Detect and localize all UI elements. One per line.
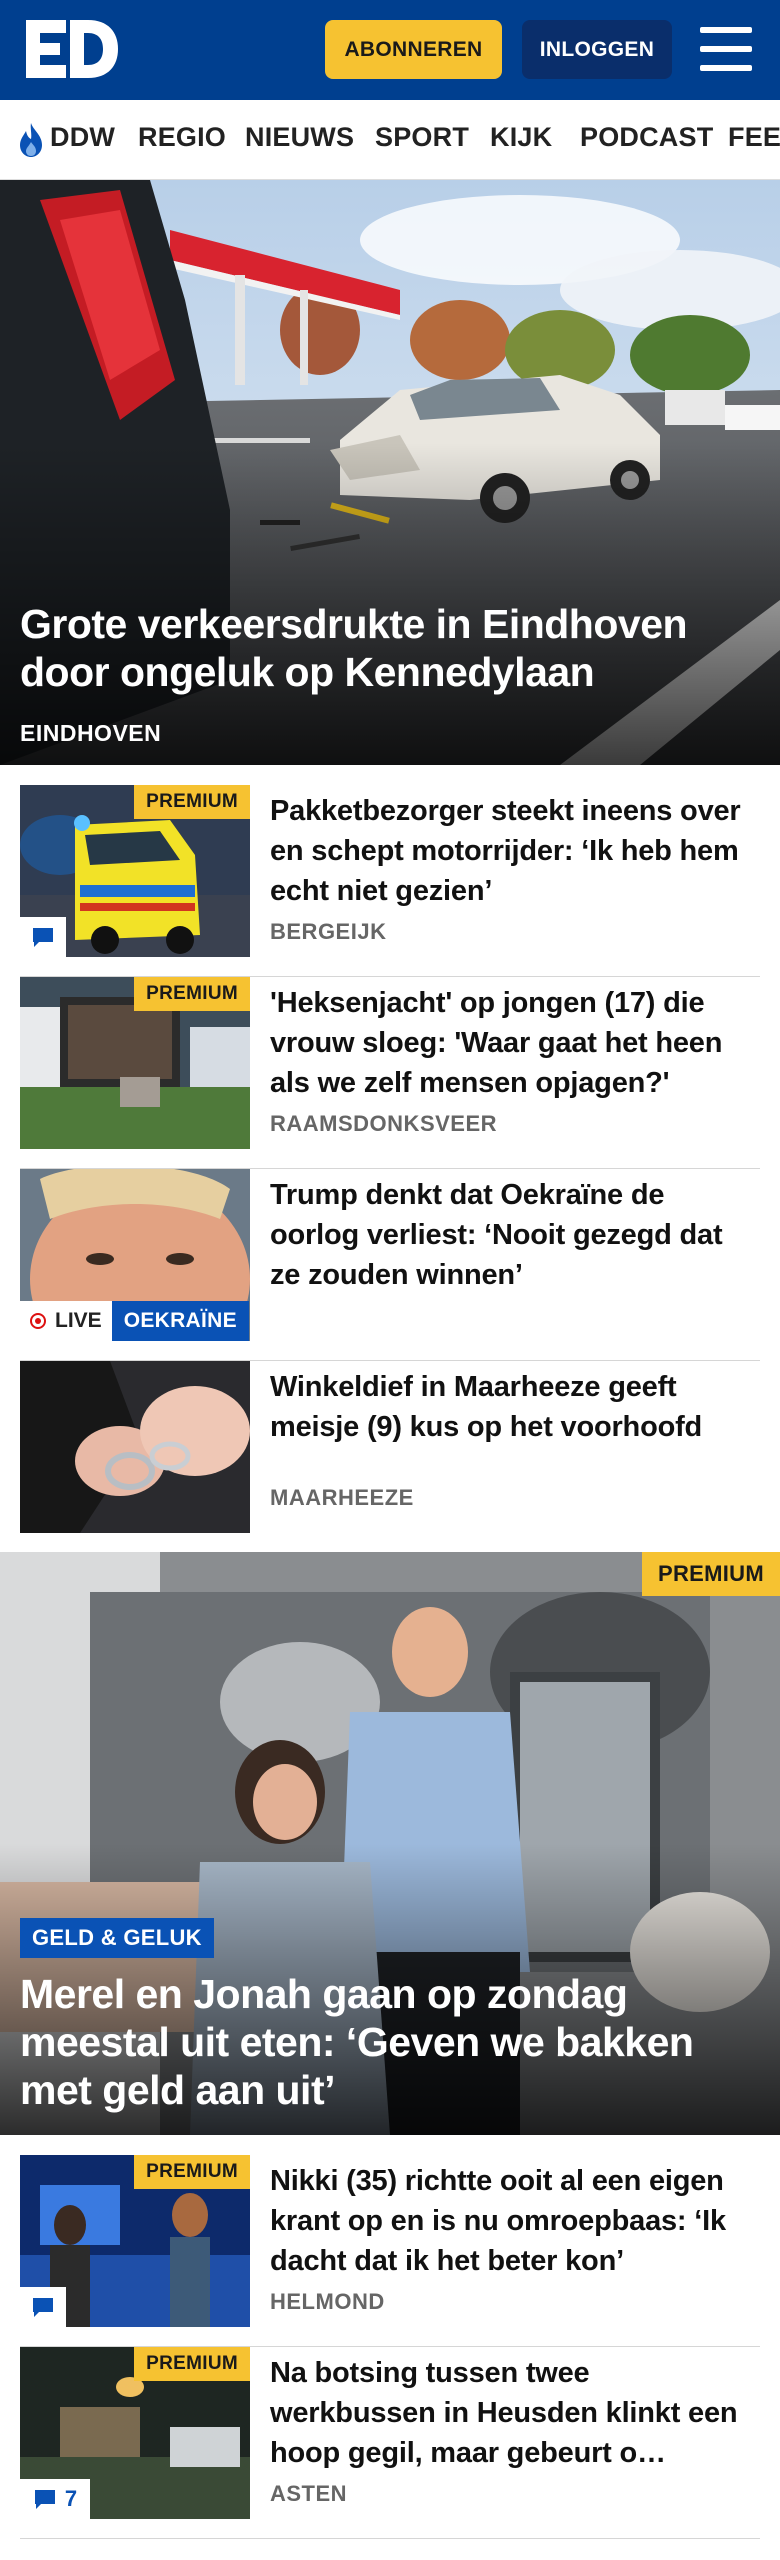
article-title[interactable]: 'Heksenjacht' op jongen (17) die vrouw s… <box>270 983 760 1103</box>
premium-badge: PREMIUM <box>642 1552 780 1596</box>
article-thumbnail: PREMIUM <box>20 2155 250 2327</box>
article-title[interactable]: Trump denkt dat Oekraïne de oorlog verli… <box>270 1175 760 1295</box>
article-title[interactable]: Nikki (35) richtte ooit al een eigen kra… <box>270 2161 760 2281</box>
list-item[interactable]: Winkeldief in Maarheeze geeft meisje (9)… <box>20 1361 760 1553</box>
hamburger-menu-icon[interactable] <box>700 27 752 71</box>
premium-badge: PREMIUM <box>134 977 250 1011</box>
nav-item-nieuws[interactable]: NIEUWS <box>245 122 354 153</box>
feature-article[interactable]: PREMIUM GELD & GELUK Merel en Jonah gaan… <box>0 1552 780 2135</box>
article-location: MAARHEEZE <box>270 1485 414 1510</box>
premium-badge: PREMIUM <box>134 785 250 819</box>
main-nav: DDW REGIO NIEUWS SPORT KIJK PODCAST FEE <box>0 100 780 180</box>
section-tag[interactable]: GELD & GELUK <box>20 1918 214 1958</box>
article-location: RAAMSDONKSVEER <box>270 1111 498 1136</box>
feature-title[interactable]: Merel en Jonah gaan op zondag meestal ui… <box>20 1970 760 2114</box>
nav-item-fee[interactable]: FEE <box>728 122 780 153</box>
article-title[interactable]: Pakketbezorger steekt ineens over en sch… <box>270 791 760 911</box>
comment-icon[interactable] <box>20 2287 66 2327</box>
list-item[interactable]: PREMIUM Nikki (35) richtte ooit al een e… <box>20 2155 760 2347</box>
list-item[interactable]: PREMIUM 'Heksenjacht' op jongen (17) die… <box>20 977 760 1169</box>
nav-item-podcast[interactable]: PODCAST <box>580 122 713 153</box>
article-thumbnail: PREMIUM 7 <box>20 2347 250 2519</box>
article-thumbnail <box>20 1361 250 1533</box>
article-location: BERGEIJK <box>270 919 387 944</box>
live-label: LIVE OEKRAÏNE <box>20 1301 249 1341</box>
article-thumbnail: PREMIUM <box>20 977 250 1149</box>
list-item[interactable]: PREMIUM 7 Na botsing tussen twee werkbus… <box>20 2347 760 2539</box>
hero-article[interactable]: Grote verkeersdrukte in Eindhoven door o… <box>0 180 780 765</box>
topic-tag[interactable]: OEKRAÏNE <box>111 1301 249 1341</box>
list-item[interactable]: LIVE OEKRAÏNE Trump denkt dat Oekraïne d… <box>20 1169 760 1361</box>
nav-item-sport[interactable]: SPORT <box>375 122 469 153</box>
subscribe-button[interactable]: ABONNEREN <box>325 20 502 79</box>
list-item[interactable]: PREMIUM Pakketbezorger steekt ineens ove… <box>20 785 760 977</box>
top-bar: ABONNEREN INLOGGEN <box>0 0 780 100</box>
comment-count-value: 7 <box>64 2486 78 2511</box>
ed-logo[interactable] <box>26 18 118 80</box>
login-button[interactable]: INLOGGEN <box>522 20 672 79</box>
comment-icon[interactable] <box>20 917 66 957</box>
hero-location: EINDHOVEN <box>20 720 162 746</box>
live-text: LIVE <box>55 1309 102 1332</box>
article-thumbnail: PREMIUM <box>20 785 250 957</box>
article-location: ASTEN <box>270 2481 348 2506</box>
comment-count[interactable]: 7 <box>20 2479 90 2519</box>
article-title[interactable]: Na botsing tussen twee werkbussen in Heu… <box>270 2353 760 2473</box>
premium-badge: PREMIUM <box>134 2155 250 2189</box>
nav-item-regio[interactable]: REGIO <box>138 122 226 153</box>
live-dot-icon <box>30 1313 46 1329</box>
article-location: HELMOND <box>270 2289 385 2314</box>
article-title[interactable]: Winkeldief in Maarheeze geeft meisje (9)… <box>270 1367 760 1447</box>
flame-icon <box>20 123 42 157</box>
nav-item-kijk[interactable]: KIJK <box>490 122 552 153</box>
premium-badge: PREMIUM <box>134 2347 250 2381</box>
article-thumbnail: LIVE OEKRAÏNE <box>20 1169 250 1341</box>
hero-title[interactable]: Grote verkeersdrukte in Eindhoven door o… <box>20 600 740 696</box>
comment-icon <box>34 2490 55 2509</box>
nav-item-ddw[interactable]: DDW <box>50 122 115 153</box>
